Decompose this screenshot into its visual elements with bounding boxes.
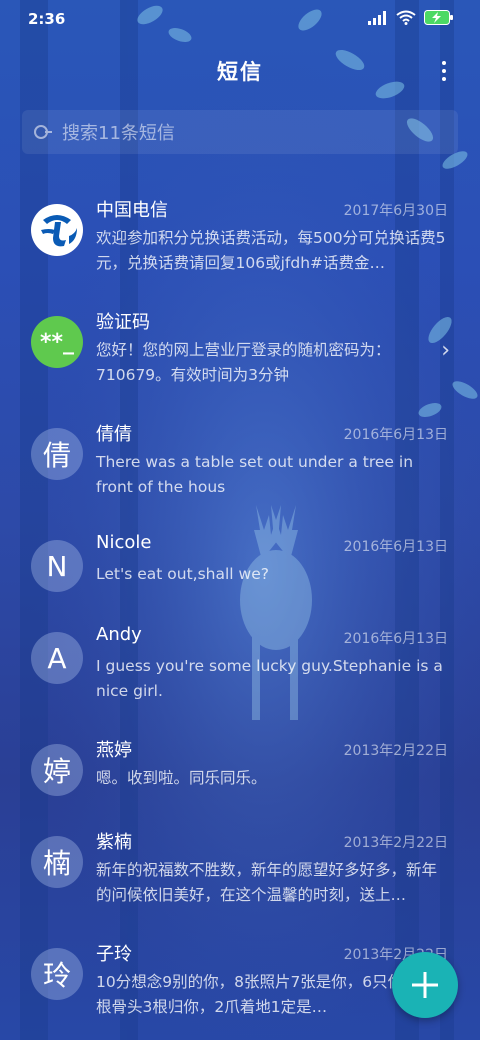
status-bar: 2:36 xyxy=(0,0,480,40)
plus-icon xyxy=(412,972,438,998)
message-preview: Let's eat out,shall we? xyxy=(96,565,269,583)
wifi-icon xyxy=(396,10,416,25)
search-input[interactable]: 搜索11条短信 xyxy=(62,119,175,145)
chevron-right-icon[interactable]: › xyxy=(441,338,450,363)
message-preview: 新年的祝福数不胜数，新年的愿望好多好多，新年的问候依旧美好，在这个温馨的时刻，送… xyxy=(96,861,438,904)
contact-name: 倩倩 xyxy=(96,424,132,445)
contact-name: 中国电信 xyxy=(96,200,168,221)
message-preview: 嗯。收到啦。同乐同乐。 xyxy=(96,769,267,787)
battery-charging-icon xyxy=(424,10,453,25)
more-options-button[interactable] xyxy=(432,56,456,86)
contact-name: Andy xyxy=(96,624,142,645)
avatar: 婷 xyxy=(31,744,83,796)
page-title: 短信 xyxy=(217,60,263,84)
avatar: A xyxy=(31,632,83,684)
message-date: 2017年6月30日 xyxy=(343,203,448,219)
conversation-item[interactable]: **_ 验证码 您好！您的网上营业厅登录的随机密码为：710679。有效时间为3… xyxy=(0,292,480,404)
avatar-text: 婷 xyxy=(42,755,71,788)
message-preview: 欢迎参加积分兑换话费活动，每500分可兑换话费5元，兑换话费请回复106或jfd… xyxy=(96,229,446,272)
avatar: 楠 xyxy=(31,836,83,888)
avatar: 倩 xyxy=(31,428,83,480)
avatar-text: 倩 xyxy=(42,439,71,472)
avatar: N xyxy=(31,540,83,592)
message-date: 2013年2月22日 xyxy=(343,743,448,759)
contact-name: 燕婷 xyxy=(96,740,132,761)
contact-name: 子玲 xyxy=(96,944,132,965)
message-date: 2016年6月13日 xyxy=(343,631,448,647)
avatar-text: A xyxy=(47,641,67,675)
status-icons xyxy=(368,10,454,25)
message-preview: I guess you're some lucky guy.Stephanie … xyxy=(96,657,443,700)
avatar xyxy=(31,204,83,256)
avatar: 玲 xyxy=(31,948,83,1000)
message-preview: 您好！您的网上营业厅登录的随机密码为：710679。有效时间为3分钟 xyxy=(96,341,391,384)
avatar-text: 玲 xyxy=(42,959,71,992)
search-bar[interactable]: 搜索11条短信 xyxy=(22,110,458,154)
signal-icon xyxy=(368,10,386,25)
conversation-item[interactable]: 中国电信 2017年6月30日 欢迎参加积分兑换话费活动，每500分可兑换话费5… xyxy=(0,180,480,292)
conversation-item[interactable]: 婷 燕婷 2013年2月22日 嗯。收到啦。同乐同乐。 xyxy=(0,720,480,812)
contact-name: Nicole xyxy=(96,532,152,553)
conversation-item[interactable]: 楠 紫楠 2013年2月22日 新年的祝福数不胜数，新年的愿望好多好多，新年的问… xyxy=(0,812,480,924)
conversation-list: 中国电信 2017年6月30日 欢迎参加积分兑换话费活动，每500分可兑换话费5… xyxy=(0,180,480,1036)
status-time: 2:36 xyxy=(28,10,66,28)
search-icon xyxy=(34,125,52,139)
avatar-text: N xyxy=(46,549,68,583)
contact-name: 紫楠 xyxy=(96,832,132,853)
message-preview: There was a table set out under a tree i… xyxy=(96,453,414,496)
conversation-item[interactable]: 倩 倩倩 2016年6月13日 There was a table set ou… xyxy=(0,404,480,516)
message-date: 2016年6月13日 xyxy=(343,427,448,443)
new-message-button[interactable] xyxy=(392,952,458,1018)
title-bar: 短信 xyxy=(0,50,480,90)
conversation-item[interactable]: A Andy 2016年6月13日 I guess you're some lu… xyxy=(0,608,480,720)
avatar: **_ xyxy=(31,316,83,368)
message-date: 2016年6月13日 xyxy=(343,539,448,555)
message-date: 2013年2月22日 xyxy=(343,835,448,851)
contact-name: 验证码 xyxy=(96,312,150,333)
more-vert-icon xyxy=(442,61,446,65)
china-telecom-logo-icon xyxy=(33,206,81,254)
conversation-item[interactable]: N Nicole 2016年6月13日 Let's eat out,shall … xyxy=(0,516,480,608)
avatar-text: **_ xyxy=(39,329,74,355)
avatar-text: 楠 xyxy=(42,847,71,880)
